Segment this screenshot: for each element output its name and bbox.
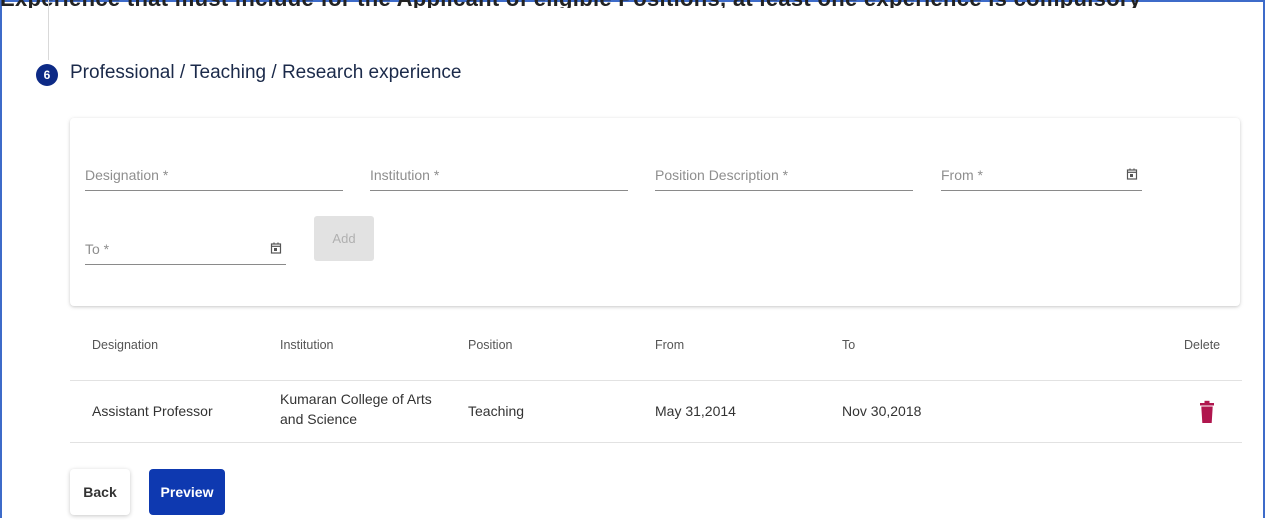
from-date-field[interactable]: [941, 162, 1142, 191]
cell-to: Nov 30,2018: [842, 403, 922, 419]
section-title: Professional / Teaching / Research exper…: [70, 62, 462, 83]
designation-field[interactable]: [85, 162, 343, 191]
table-header-divider: [70, 380, 1242, 381]
calendar-icon[interactable]: [270, 242, 282, 254]
column-header-to: To: [842, 338, 856, 352]
column-header-position: Position: [468, 338, 513, 352]
from-date-input[interactable]: [941, 162, 1111, 188]
trash-icon[interactable]: [1199, 400, 1215, 424]
column-header-delete: Delete: [1184, 338, 1221, 352]
designation-input[interactable]: [85, 162, 343, 188]
add-experience-button[interactable]: Add: [314, 216, 374, 261]
column-header-from: From: [655, 338, 685, 352]
column-header-designation: Designation: [92, 338, 159, 352]
to-date-input[interactable]: [85, 236, 255, 262]
back-button[interactable]: Back: [70, 469, 130, 515]
institution-input[interactable]: [370, 162, 628, 188]
stepper-line: [48, 0, 49, 60]
position-description-field[interactable]: [655, 162, 913, 191]
header-partial-text: Experience that must include for the App…: [0, 0, 1267, 8]
cell-institution: Kumaran College of Arts and Science: [280, 391, 432, 427]
table-row-divider: [70, 442, 1242, 443]
step-number-badge: 6: [36, 64, 58, 86]
position-description-input[interactable]: [655, 162, 913, 188]
to-date-field[interactable]: [85, 236, 286, 265]
column-header-institution: Institution: [280, 338, 334, 352]
preview-button[interactable]: Preview: [149, 469, 225, 515]
cell-position: Teaching: [468, 403, 525, 419]
cell-from: May 31,2014: [655, 403, 736, 419]
calendar-icon[interactable]: [1126, 168, 1138, 180]
cell-designation: Assistant Professor: [92, 403, 213, 419]
experience-form-card: [70, 118, 1240, 306]
institution-field[interactable]: [370, 162, 628, 191]
